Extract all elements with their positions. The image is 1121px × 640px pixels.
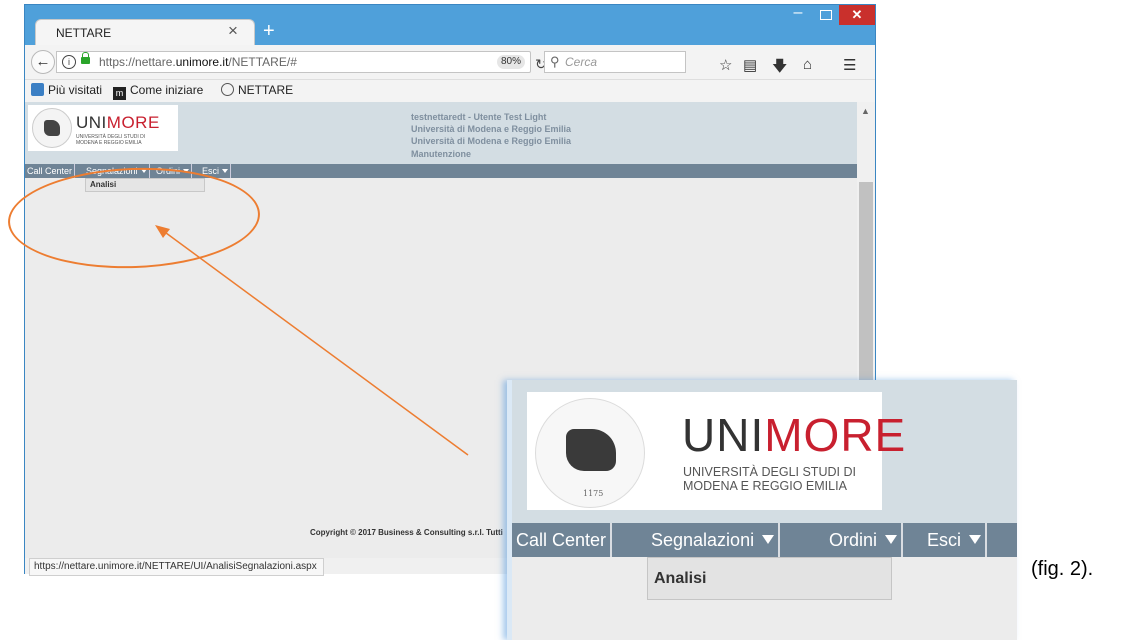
inset-logo-text: UNIMORE <box>682 408 906 462</box>
logo-uni: UNI <box>682 409 765 461</box>
menu-label: Call Center <box>516 530 607 550</box>
menu-label: Segnalazioni <box>651 530 755 550</box>
inset-menu-bar: Call Center Segnalazioni Ordini Esci <box>512 523 1017 557</box>
figure-caption: (fig. 2). <box>1031 558 1094 580</box>
zoom-inset: 1175 UNIMORE UNIVERSITÀ DEGLI STUDI DI M… <box>507 380 1017 640</box>
chevron-down-icon <box>969 535 982 544</box>
inset-dropdown-item-analisi: Analisi <box>654 570 707 587</box>
inset-dropdown: Analisi <box>647 557 892 600</box>
inset-menu-esci: Esci <box>923 523 988 557</box>
chevron-down-icon <box>885 535 898 544</box>
seal-year: 1175 <box>583 489 604 498</box>
logo-more: MORE <box>764 409 907 461</box>
menu-label: Ordini <box>829 530 878 550</box>
inset-menu-ordini: Ordini <box>825 523 904 557</box>
inset-logo-subtitle-1: UNIVERSITÀ DEGLI STUDI DI <box>683 465 856 479</box>
university-seal-icon: 1175 <box>535 398 645 508</box>
inset-menu-call-center: Call Center <box>512 523 613 557</box>
menu-label: Esci <box>927 530 962 550</box>
inset-logo-subtitle-2: MODENA E REGGIO EMILIA <box>683 479 847 493</box>
chevron-down-icon <box>762 535 775 544</box>
inset-header: 1175 UNIMORE UNIVERSITÀ DEGLI STUDI DI M… <box>512 380 1017 523</box>
inset-unimore-logo: 1175 UNIMORE UNIVERSITÀ DEGLI STUDI DI M… <box>527 392 905 510</box>
inset-menu-segnalazioni: Segnalazioni <box>647 523 781 557</box>
